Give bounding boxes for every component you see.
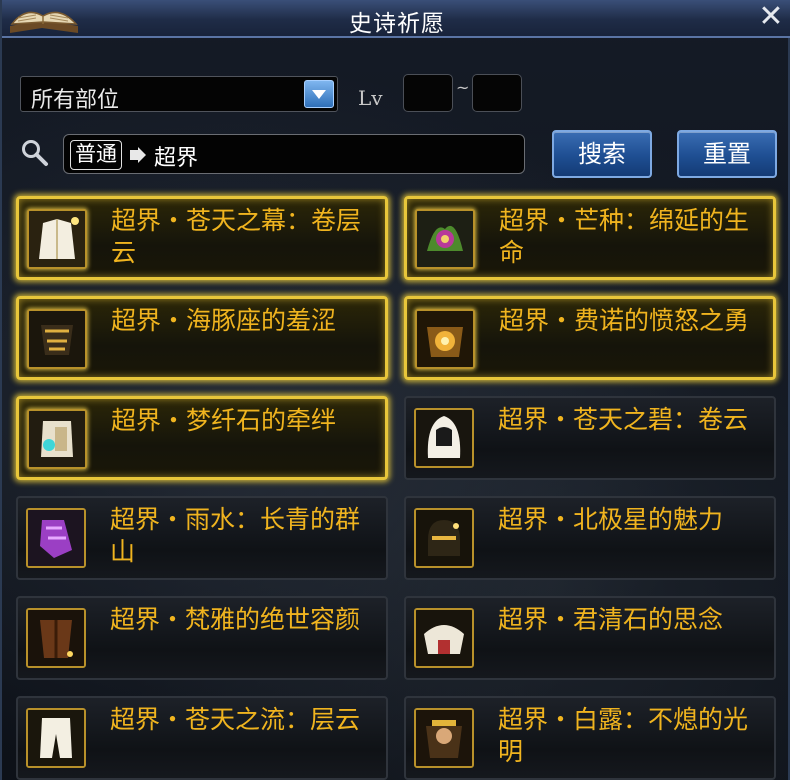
item-name: 超界・苍天之幕：卷层云 — [111, 206, 362, 267]
item-name: 超界・雨水：长青的群山 — [110, 505, 361, 566]
search-button[interactable]: 搜索 — [552, 130, 652, 178]
close-icon[interactable]: ✕ — [756, 2, 786, 32]
item-card[interactable]: 超界・北极星的魅力 — [404, 496, 776, 580]
item-name: 超界・苍天之流：层云 — [110, 705, 361, 734]
item-name: 超界・君清石的思念 — [498, 605, 724, 634]
slot-select[interactable]: 所有部位 — [20, 76, 338, 113]
white-pauldron-icon — [414, 608, 474, 668]
level-separator: ~ — [456, 78, 470, 97]
item-name: 超界・梵雅的绝世容颜 — [110, 605, 361, 634]
slot-select-value: 所有部位 — [31, 88, 120, 113]
reset-button[interactable]: 重置 — [677, 130, 777, 178]
chip-arrow-icon — [130, 147, 146, 163]
scope-chip[interactable]: 普通 — [70, 140, 122, 170]
search-input[interactable]: 普通 超界 — [63, 134, 525, 174]
epic-wish-window: 史诗祈愿 ✕ 所有部位 Lv ~ 普通 超界 搜索 重置 超界・苍天之幕：卷层云… — [0, 0, 790, 780]
white-pants-icon — [26, 708, 86, 768]
item-name: 超界・白露：不熄的光明 — [498, 705, 749, 766]
item-card[interactable]: 超界・君清石的思念 — [404, 596, 776, 680]
green-flower-icon — [415, 209, 475, 269]
search-icon — [22, 140, 48, 166]
item-name: 超界・梦纤石的牵绊 — [111, 406, 337, 435]
item-card[interactable]: 超界・雨水：长青的群山 — [16, 496, 388, 580]
white-coat-icon — [27, 209, 87, 269]
item-card[interactable]: 超界・苍天之碧：卷云 — [404, 396, 776, 480]
item-card[interactable]: 超界・苍天之幕：卷层云 — [16, 196, 388, 280]
item-name: 超界・芒种：绵延的生命 — [499, 206, 750, 267]
white-hood-icon — [414, 408, 474, 468]
item-card[interactable]: 超界・海豚座的羞涩 — [16, 296, 388, 380]
item-card[interactable]: 超界・费诺的愤怒之勇 — [404, 296, 776, 380]
item-card[interactable]: 超界・白露：不熄的光明 — [404, 696, 776, 780]
crystal-gloves-icon — [27, 409, 87, 469]
title-bar: 史诗祈愿 ✕ — [2, 0, 790, 38]
item-card[interactable]: 超界・梦纤石的牵绊 — [16, 396, 388, 480]
chevron-down-icon[interactable] — [304, 80, 334, 108]
gold-armor-icon — [415, 309, 475, 369]
item-name: 超界・费诺的愤怒之勇 — [499, 306, 750, 335]
dark-helmet-icon — [414, 508, 474, 568]
level-min-input[interactable] — [403, 74, 453, 112]
item-name: 超界・海豚座的羞涩 — [111, 306, 337, 335]
dark-armor-icon — [27, 309, 87, 369]
item-name: 超界・北极星的魅力 — [498, 505, 724, 534]
window-title: 史诗祈愿 — [349, 11, 445, 37]
item-card[interactable]: 超界・苍天之流：层云 — [16, 696, 388, 780]
portrait-armor-icon — [414, 708, 474, 768]
brown-cloak-icon — [26, 608, 86, 668]
level-label: Lv — [358, 86, 383, 110]
level-max-input[interactable] — [472, 74, 522, 112]
item-card[interactable]: 超界・芒种：绵延的生命 — [404, 196, 776, 280]
purple-gauntlet-icon — [26, 508, 86, 568]
item-card[interactable]: 超界・梵雅的绝世容颜 — [16, 596, 388, 680]
search-query: 超界 — [154, 146, 199, 171]
item-name: 超界・苍天之碧：卷云 — [498, 405, 749, 434]
